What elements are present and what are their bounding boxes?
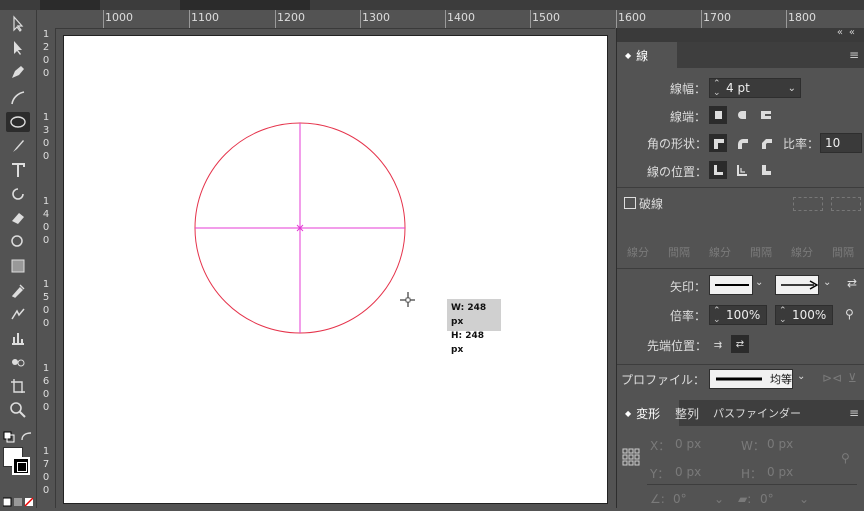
profile-dropdown-icon[interactable]: ⌄ [797, 371, 805, 382]
tab-transform-label: 変形 [636, 406, 661, 421]
bevel-join-icon[interactable] [757, 134, 775, 152]
projecting-cap-icon[interactable] [757, 106, 775, 124]
tip-at-end-icon[interactable]: ⇄ [731, 335, 749, 353]
round-join-icon[interactable] [733, 134, 751, 152]
shear-angle-icon: ▰: [738, 492, 752, 506]
size-tooltip: W: 248 px H: 248 px [447, 299, 501, 355]
ratio-label: 比率： [783, 137, 820, 151]
dashed-checkbox[interactable] [624, 197, 636, 209]
separator [647, 484, 857, 485]
dash-fields-row: 線分 間隔 線分 間隔 線分 間隔 [617, 242, 864, 260]
stroke-panel: « « ◆ 線 ≡ 線幅： ⌃ ⌄ 4 pt ⌄ 線端： 角の形状： 比率： 10… [616, 27, 864, 508]
stroke-panel-header: ◆ 線 ≡ [617, 42, 864, 68]
weight-label: 線幅： [670, 82, 707, 96]
align-label: 線の位置： [647, 165, 708, 179]
start-scale-value: 100% [726, 308, 761, 322]
h-field[interactable]: 0 px [767, 465, 793, 479]
dash-field-3[interactable]: 線分 [791, 244, 813, 260]
dash-align-icon[interactable] [831, 197, 861, 211]
tip-position-label: 先端位置： [647, 339, 708, 353]
swap-arrowheads-icon[interactable]: ⇄ [847, 276, 857, 290]
start-scale-field[interactable]: ⌃ ⌄ 100% [709, 305, 767, 325]
panel-collapse-bar: « « [617, 27, 864, 42]
profile-select[interactable]: 均等 [709, 369, 793, 389]
start-scale-stepper-icon[interactable]: ⌃ ⌄ [713, 307, 721, 325]
tooltip-height: H: 248 px [451, 331, 485, 355]
ratio-field[interactable]: 10 [820, 133, 862, 153]
tab-align[interactable]: 整列 [667, 400, 707, 426]
scale-label: 倍率： [670, 309, 707, 323]
panel-arrows-icon: ◆ [625, 408, 632, 418]
align-inside-icon[interactable] [733, 161, 751, 179]
end-scale-field[interactable]: ⌃ ⌄ 100% [775, 305, 833, 325]
butt-cap-icon[interactable] [709, 106, 727, 124]
separator [617, 268, 864, 269]
rotate-angle-icon: ∠: [650, 492, 665, 506]
dash-preserve-icon[interactable] [793, 197, 823, 211]
link-scale-icon[interactable]: ⚲ [845, 307, 854, 321]
tab-stroke[interactable]: ◆ 線 [617, 42, 677, 68]
weight-stepper-icon[interactable]: ⌃ ⌄ [713, 80, 721, 98]
y-label: Y： [650, 467, 670, 481]
panel-menu-icon[interactable]: ≡ [849, 48, 859, 62]
separator [617, 364, 864, 365]
end-arrowhead-dropdown-icon[interactable]: ⌄ [823, 277, 831, 288]
panel-menu-icon[interactable]: ≡ [849, 406, 859, 420]
profile-value: 均等 [770, 373, 792, 386]
align-outside-icon[interactable] [757, 161, 775, 179]
panel-arrows-icon: ◆ [625, 50, 632, 60]
dash-field-2[interactable]: 線分 [709, 244, 731, 260]
w-field[interactable]: 0 px [767, 437, 793, 451]
end-scale-stepper-icon[interactable]: ⌃ ⌄ [779, 307, 787, 325]
flip-along-icon[interactable]: ⊳⊲ [822, 371, 842, 385]
rotate-angle-field[interactable]: 0° [673, 492, 687, 506]
crosshair-cursor-icon [400, 292, 415, 307]
ratio-value: 10 [825, 136, 841, 150]
gap-field-1[interactable]: 間隔 [668, 244, 690, 260]
x-field[interactable]: 0 px [675, 437, 701, 451]
w-label: W： [741, 439, 765, 453]
cap-label: 線端： [670, 110, 707, 124]
profile-label: プロファイル： [621, 373, 706, 387]
y-field[interactable]: 0 px [675, 465, 701, 479]
tip-beyond-icon[interactable]: ⇉ [709, 336, 727, 354]
tab-stroke-label: 線 [636, 48, 649, 63]
separator [617, 187, 864, 188]
transform-panel-header: ◆ 変形 整列 パスファインダー ≡ [617, 400, 864, 426]
shear-dropdown-icon[interactable]: ⌄ [799, 492, 809, 506]
reference-point-icon[interactable] [622, 448, 640, 466]
weight-dropdown-icon[interactable]: ⌄ [788, 83, 796, 94]
tooltip-width: W: 248 px [451, 303, 487, 327]
tab-pathfinder-label: パスファインダー [713, 407, 801, 420]
weight-field[interactable]: ⌃ ⌄ 4 pt ⌄ [709, 78, 801, 98]
h-label: H： [741, 467, 763, 481]
end-arrowhead-select[interactable] [775, 275, 819, 295]
gap-field-3[interactable]: 間隔 [832, 244, 854, 260]
collapse-icon[interactable]: « [837, 27, 843, 38]
align-center-icon[interactable] [709, 161, 727, 179]
dashed-label: 破線 [639, 197, 664, 211]
start-arrowhead-dropdown-icon[interactable]: ⌄ [755, 277, 763, 288]
x-label: X： [650, 439, 671, 453]
flip-across-icon[interactable]: ⊻ [848, 371, 857, 385]
miter-join-icon[interactable] [709, 134, 727, 152]
constrain-proportions-icon[interactable]: ⚲ [841, 451, 850, 465]
corner-label: 角の形状： [647, 137, 708, 151]
shear-angle-field[interactable]: 0° [760, 492, 774, 506]
gap-field-2[interactable]: 間隔 [750, 244, 772, 260]
arrowhead-label: 矢印： [670, 280, 707, 294]
tab-pathfinder[interactable]: パスファインダー [705, 400, 809, 426]
round-cap-icon[interactable] [733, 106, 751, 124]
start-arrowhead-select[interactable] [709, 275, 753, 295]
tab-align-label: 整列 [675, 406, 700, 421]
rotate-dropdown-icon[interactable]: ⌄ [714, 492, 724, 506]
end-scale-value: 100% [792, 308, 827, 322]
weight-value: 4 pt [726, 81, 750, 95]
collapse-panels-icon[interactable]: « [849, 27, 855, 38]
dash-field-1[interactable]: 線分 [627, 244, 649, 260]
